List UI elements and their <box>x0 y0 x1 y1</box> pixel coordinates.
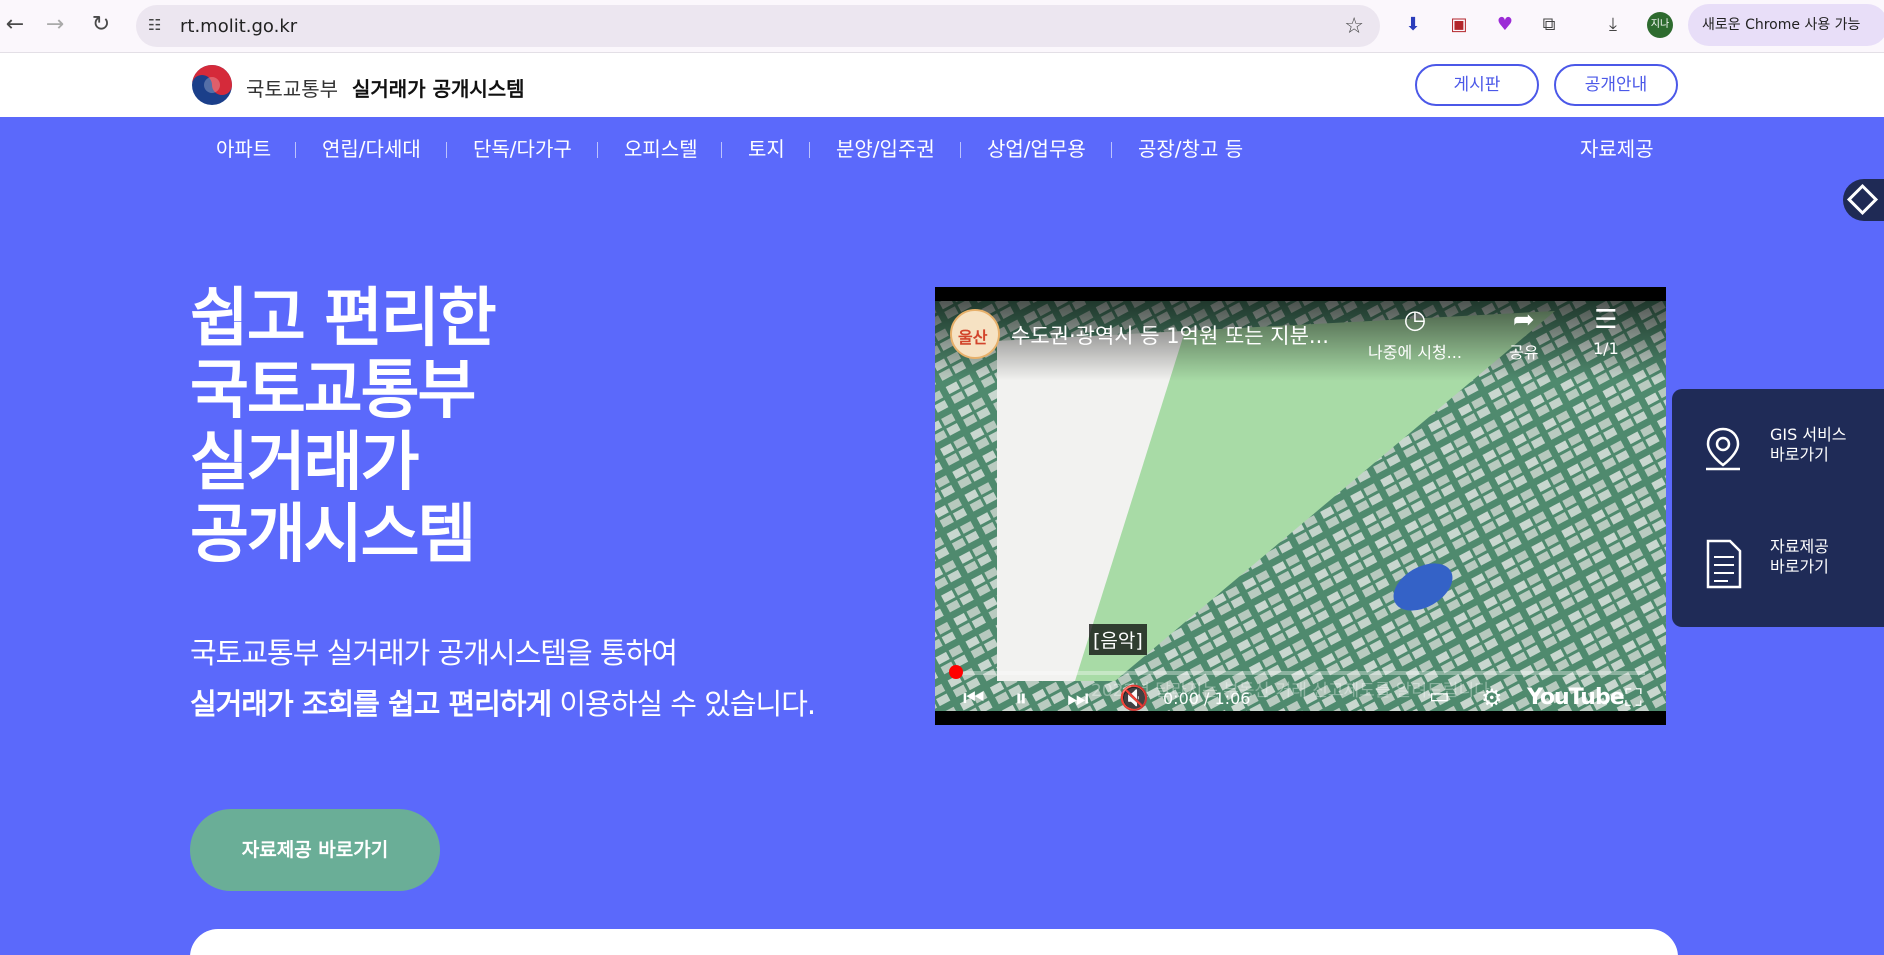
menu-divider <box>960 142 961 158</box>
diamond-icon <box>1846 183 1879 216</box>
menu-item-rowhouse[interactable]: 연립/다세대 <box>322 133 421 162</box>
extension-heart-icon[interactable]: ♥ <box>1492 12 1518 38</box>
menu-divider <box>597 142 598 158</box>
menu-item-factory[interactable]: 공장/창고 등 <box>1138 133 1243 162</box>
reload-icon[interactable]: ↻ <box>86 10 116 40</box>
floating-widget-button[interactable] <box>1843 179 1884 221</box>
hero-subtitle-2: 실거래가 조회를 쉽고 편리하게 이용하실 수 있습니다. <box>190 681 816 723</box>
hero-title-line: 국토교통부 <box>190 354 476 428</box>
extensions-puzzle-icon[interactable]: ⧉ <box>1536 12 1562 38</box>
gis-service-link[interactable]: GIS 서비스 바로가기 <box>1702 417 1882 487</box>
watch-later-button[interactable]: ◷ 나중에 시청... <box>1368 305 1462 363</box>
playlist-icon: ☰ <box>1594 305 1618 335</box>
gis-label: GIS 서비스 바로가기 <box>1770 425 1847 465</box>
subtitles-icon[interactable]: ▭ <box>1429 684 1450 709</box>
menu-divider <box>1111 142 1112 158</box>
menu-item-land[interactable]: 토지 <box>748 133 785 162</box>
pause-icon[interactable]: ⏸ <box>1015 684 1027 712</box>
hero-subtitle-rest: 이용하실 수 있습니다. <box>551 687 816 721</box>
bookmark-star-icon[interactable]: ☆ <box>1344 14 1364 39</box>
system-name[interactable]: 실거래가 공개시스템 <box>352 73 525 102</box>
browser-toolbar: ← → ↻ ☷ rt.molit.go.kr ☆ ⬇ ▣ ♥ ⧉ ⤓ 지나 새로… <box>0 0 1884 53</box>
document-icon <box>1706 539 1742 589</box>
extension-download-icon[interactable]: ⬇ <box>1400 12 1426 38</box>
profile-avatar[interactable]: 지나 <box>1647 12 1673 38</box>
hero-title: 쉽고 편리한 국토교통부 실거래가 공개시스템 <box>190 282 497 572</box>
gis-label-line1: GIS 서비스 <box>1770 425 1847 444</box>
downloads-icon[interactable]: ⤓ <box>1600 12 1626 38</box>
channel-avatar[interactable]: 울산 <box>950 309 1000 359</box>
quick-links-panel: GIS 서비스 바로가기 자료제공 바로가기 <box>1672 389 1884 627</box>
youtube-player[interactable]: 울산 수도권·광역시 등 1억원 또는 지분... ◷ 나중에 시청... ➦ 공유… <box>935 287 1666 725</box>
menu-divider <box>295 142 296 158</box>
back-icon[interactable]: ← <box>0 10 30 40</box>
data-label-line1: 자료제공 <box>1770 537 1829 556</box>
hero-subtitle: 국토교통부 실거래가 공개시스템을 통하여 <box>190 636 678 670</box>
playlist-button[interactable]: ☰ 1/1 <box>1593 305 1619 358</box>
menu-item-presale[interactable]: 분양/입주권 <box>836 133 935 162</box>
data-label: 자료제공 바로가기 <box>1770 537 1829 577</box>
watch-later-label: 나중에 시청... <box>1368 343 1462 362</box>
settings-gear-icon[interactable]: ⚙ <box>1481 684 1503 712</box>
channel-badge-text: 울산 <box>958 328 988 347</box>
content-card <box>190 929 1678 955</box>
menu-divider <box>721 142 722 158</box>
gis-label-line2: 바로가기 <box>1770 445 1829 464</box>
menu-item-data[interactable]: 자료제공 <box>1580 133 1654 162</box>
youtube-logo[interactable]: YouTube <box>1527 685 1625 710</box>
share-button[interactable]: ➦ 공유 <box>1509 305 1538 363</box>
data-provision-link[interactable]: 자료제공 바로가기 <box>1702 529 1882 599</box>
menu-item-officetel[interactable]: 오피스텔 <box>624 133 698 162</box>
playlist-count: 1/1 <box>1593 339 1619 358</box>
forward-icon[interactable]: → <box>40 10 70 40</box>
site-info-icon[interactable]: ☷ <box>148 16 168 36</box>
hero-subtitle-bold: 실거래가 조회를 쉽고 편리하게 <box>190 687 552 721</box>
menu-divider <box>809 142 810 158</box>
next-icon[interactable]: ⏭ <box>1067 684 1089 712</box>
main-menu: 아파트 연립/다세대 단독/다가구 오피스텔 토지 분양/입주권 상업/업무용 … <box>0 117 1884 177</box>
ministry-logo-icon[interactable] <box>190 63 234 107</box>
data-label-line2: 바로가기 <box>1770 557 1829 576</box>
share-icon: ➦ <box>1512 305 1535 335</box>
hero-title-line: 실거래가 <box>190 426 420 500</box>
info-button[interactable]: 공개안내 <box>1554 64 1678 106</box>
caption-text: [음악] <box>1089 624 1147 655</box>
map-pin-icon <box>1706 427 1740 471</box>
ministry-name[interactable]: 국토교통부 <box>246 73 338 102</box>
menu-item-detached[interactable]: 단독/다가구 <box>473 133 572 162</box>
clock-icon: ◷ <box>1403 305 1427 335</box>
share-label: 공유 <box>1509 343 1539 362</box>
extension-monitor-icon[interactable]: ▣ <box>1446 12 1472 38</box>
hero-title-line: 쉽고 편리한 <box>190 282 497 356</box>
progress-scrubber[interactable] <box>949 665 963 679</box>
menu-item-apartment[interactable]: 아파트 <box>216 133 271 162</box>
fullscreen-icon[interactable]: ⛶ <box>1625 684 1642 712</box>
menu-item-commercial[interactable]: 상업/업무용 <box>987 133 1086 162</box>
mute-icon[interactable]: 🔇 <box>1119 684 1149 712</box>
url-text[interactable]: rt.molit.go.kr <box>180 16 297 37</box>
previous-icon[interactable]: ⏮ <box>963 684 985 712</box>
progress-bar[interactable] <box>955 671 1645 675</box>
board-button[interactable]: 게시판 <box>1415 64 1539 106</box>
address-bar[interactable]: ☷ rt.molit.go.kr ☆ <box>136 5 1380 47</box>
chrome-update-button[interactable]: 새로운 Chrome 사용 가능 <box>1688 4 1884 46</box>
hero-title-line: 공개시스템 <box>190 498 476 572</box>
menu-divider <box>446 142 447 158</box>
video-time: 0:00 / 1:06 <box>1163 689 1251 708</box>
video-title[interactable]: 수도권·광역시 등 1억원 또는 지분... <box>1011 320 1329 350</box>
data-shortcut-button[interactable]: 자료제공 바로가기 <box>190 809 440 891</box>
site-header: 국토교통부 실거래가 공개시스템 게시판 공개안내 <box>0 53 1884 117</box>
